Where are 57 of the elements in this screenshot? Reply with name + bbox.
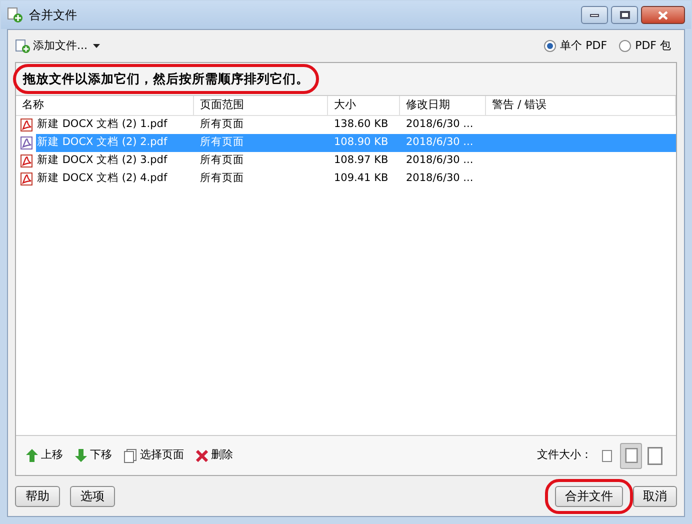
app-icon (7, 7, 23, 23)
column-header[interactable]: 页面范围 (194, 96, 328, 115)
output-mode-radio[interactable]: 单个 PDF (544, 38, 608, 54)
table-cell-text: 所有页面 (199, 117, 245, 132)
table-cell-text: 2018/6/30 ... (405, 153, 474, 168)
table-cell-text: 所有页面 (199, 153, 245, 168)
pdf-file-icon (20, 118, 34, 132)
close-icon (658, 10, 668, 20)
list-action-button[interactable]: 选择页面 (124, 447, 184, 464)
column-header[interactable]: 名称 (16, 96, 194, 115)
output-mode-radio[interactable]: PDF 包 (619, 38, 671, 54)
column-header[interactable]: 修改日期 (400, 96, 486, 115)
table-cell-text: 109.41 KB (333, 171, 390, 186)
list-action-button[interactable]: 下移 (75, 447, 112, 464)
window-title: 合并文件 (29, 7, 77, 24)
column-header[interactable]: 大小 (328, 96, 400, 115)
list-action-button[interactable]: 删除 (196, 447, 233, 464)
table-cell-text: 新建 DOCX 文档 (2) 3.pdf (36, 153, 168, 168)
close-button[interactable] (641, 6, 685, 24)
table-cell-text: 2018/6/30 ... (405, 171, 474, 186)
dialog-button[interactable]: 帮助 (15, 486, 60, 506)
table-cell-text: 2018/6/30 ... (405, 117, 474, 132)
page-size-icon (624, 448, 638, 463)
up-arrow-icon (26, 449, 38, 462)
page-size-icon (647, 446, 663, 464)
file-row[interactable]: 新建 DOCX 文档 (2) 3.pdf 所有页面 108.97 KB 2018/6/30 ... (16, 152, 676, 170)
file-size-label: 文件大小： (537, 447, 592, 464)
instruction-text: 拖放文件以添加它们，然后按所需顺序排列它们。 (23, 70, 309, 86)
list-action-button[interactable]: 上移 (26, 447, 63, 464)
minimize-button[interactable] (581, 6, 608, 24)
table-cell: 所有页面 (194, 134, 328, 152)
table-cell-text: 新建 DOCX 文档 (2) 4.pdf (36, 171, 168, 186)
column-header[interactable]: 警告 / 错误 (486, 96, 676, 115)
add-file-icon (15, 38, 31, 54)
dialog-button[interactable]: 选项 (70, 486, 115, 506)
maximize-button[interactable] (611, 6, 638, 24)
down-arrow-icon (75, 449, 87, 462)
file-size-option[interactable] (620, 442, 642, 468)
table-cell-text: 新建 DOCX 文档 (2) 1.pdf (36, 117, 168, 132)
table-cell: 新建 DOCX 文档 (2) 2.pdf (36, 134, 194, 152)
file-row[interactable]: 新建 DOCX 文档 (2) 1.pdf 所有页面 138.60 KB 2018/6/30 ... (16, 116, 676, 134)
file-row[interactable]: 新建 DOCX 文档 (2) 4.pdf 所有页面 109.41 KB 2018/6/30 ... (16, 170, 676, 188)
pdf-file-icon (20, 154, 34, 168)
delete-icon (196, 450, 208, 462)
dialog-button[interactable]: 合并文件 (555, 486, 623, 506)
dialog-button[interactable]: 取消 (633, 486, 677, 506)
table-cell-text: 所有页面 (199, 171, 245, 186)
page-size-icon (602, 450, 612, 462)
table-cell-text: 108.97 KB (333, 153, 390, 168)
table-cell: 2018/6/30 ... (400, 134, 486, 152)
pdf-file-icon (20, 172, 34, 186)
caret-icon (92, 44, 100, 48)
pdf-file-icon (20, 136, 34, 150)
add-files-button[interactable]: 添加文件... (15, 38, 100, 54)
pages-icon (124, 448, 137, 462)
table-cell-text: 138.60 KB (333, 117, 390, 132)
table-cell: 108.90 KB (328, 134, 400, 152)
